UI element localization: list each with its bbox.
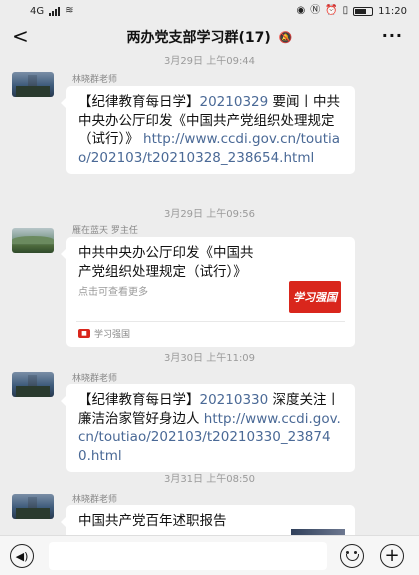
shared-article-card[interactable]: 中共中央办公厅印发《中国共产党组织处理规定（试行）》 点击可查看更多 学习强国 … — [61, 237, 355, 347]
eye-icon: ◉ — [296, 5, 306, 16]
message-bubble[interactable]: 【纪律教育每日学】20210330 深度关注丨廉洁治家管好身边人 http://… — [61, 384, 355, 472]
network-type: 4G — [30, 5, 45, 17]
mute-icon: 🔕 — [278, 30, 293, 44]
message-input[interactable] — [49, 542, 327, 570]
avatar[interactable] — [12, 372, 54, 397]
voice-icon: ◀) — [15, 549, 29, 563]
chat-title: 两办党支部学习群(17) — [126, 30, 271, 46]
signal-icon — [49, 6, 61, 16]
avatar[interactable] — [12, 72, 54, 97]
message-text: 【纪律教育每日学】20210329 要闻丨中共中央办公厅印发《中国共产党组织处理… — [78, 94, 341, 166]
vibrate-icon: ▯ — [342, 5, 349, 16]
more-actions-button[interactable]: + — [380, 544, 404, 568]
timestamp: 3月29日 上午09:56 — [163, 209, 256, 220]
card-title: 中国共产党百年述职报告 — [78, 513, 227, 529]
date-link[interactable]: 20210329 — [200, 94, 269, 110]
clock: 11:20 — [378, 5, 407, 17]
sender-name: 雁在蓝天 罗主任 — [72, 226, 138, 236]
emoji-button[interactable] — [340, 544, 364, 568]
sender-name: 林晓群老师 — [72, 495, 118, 505]
shared-article-card[interactable]: 中国共产党百年述职报告 — [61, 505, 355, 535]
status-right: ◉ Ⓝ ⏰ ▯ 11:20 — [296, 6, 407, 17]
xuexi-logo-icon: ■ — [78, 329, 90, 338]
timestamp: 3月30日 上午11:09 — [163, 353, 256, 364]
status-left: 4G ≋ — [30, 6, 74, 17]
card-source: ■ 学习强国 — [78, 327, 130, 340]
card-thumbnail: 学习强国 — [289, 281, 341, 313]
card-title: 中共中央办公厅印发《中国共产党组织处理规定（试行）》 — [78, 245, 254, 280]
message-bubble[interactable]: 【纪律教育每日学】20210329 要闻丨中共中央办公厅印发《中国共产党组织处理… — [61, 86, 355, 174]
sender-name: 林晓群老师 — [72, 374, 118, 384]
chat-message-list[interactable]: 3月29日 上午09:44 林晓群老师 【纪律教育每日学】20210329 要闻… — [0, 52, 419, 535]
input-bar: ◀) + — [0, 535, 419, 575]
date-link[interactable]: 20210330 — [200, 392, 269, 408]
battery-icon — [353, 6, 374, 16]
chat-header: < 两办党支部学习群(17) 🔕 ··· — [0, 22, 419, 52]
voice-button[interactable]: ◀) — [10, 544, 34, 568]
wifi-icon: ≋ — [65, 5, 74, 16]
card-source-label: 学习强国 — [94, 330, 131, 340]
message-text: 【纪律教育每日学】20210330 深度关注丨廉洁治家管好身边人 http://… — [78, 392, 341, 464]
timestamp: 3月29日 上午09:44 — [163, 56, 256, 67]
avatar[interactable] — [12, 228, 54, 253]
timestamp: 3月31日 上午08:50 — [163, 474, 256, 485]
status-bar: 4G ≋ ◉ Ⓝ ⏰ ▯ 11:20 — [0, 0, 419, 22]
card-divider — [76, 321, 345, 322]
more-button[interactable]: ··· — [382, 26, 403, 45]
avatar[interactable] — [12, 494, 54, 519]
sender-name: 林晓群老师 — [72, 75, 118, 85]
back-button[interactable]: < — [12, 24, 29, 48]
nfc-icon: Ⓝ — [310, 5, 321, 16]
alarm-icon: ⏰ — [325, 5, 338, 16]
